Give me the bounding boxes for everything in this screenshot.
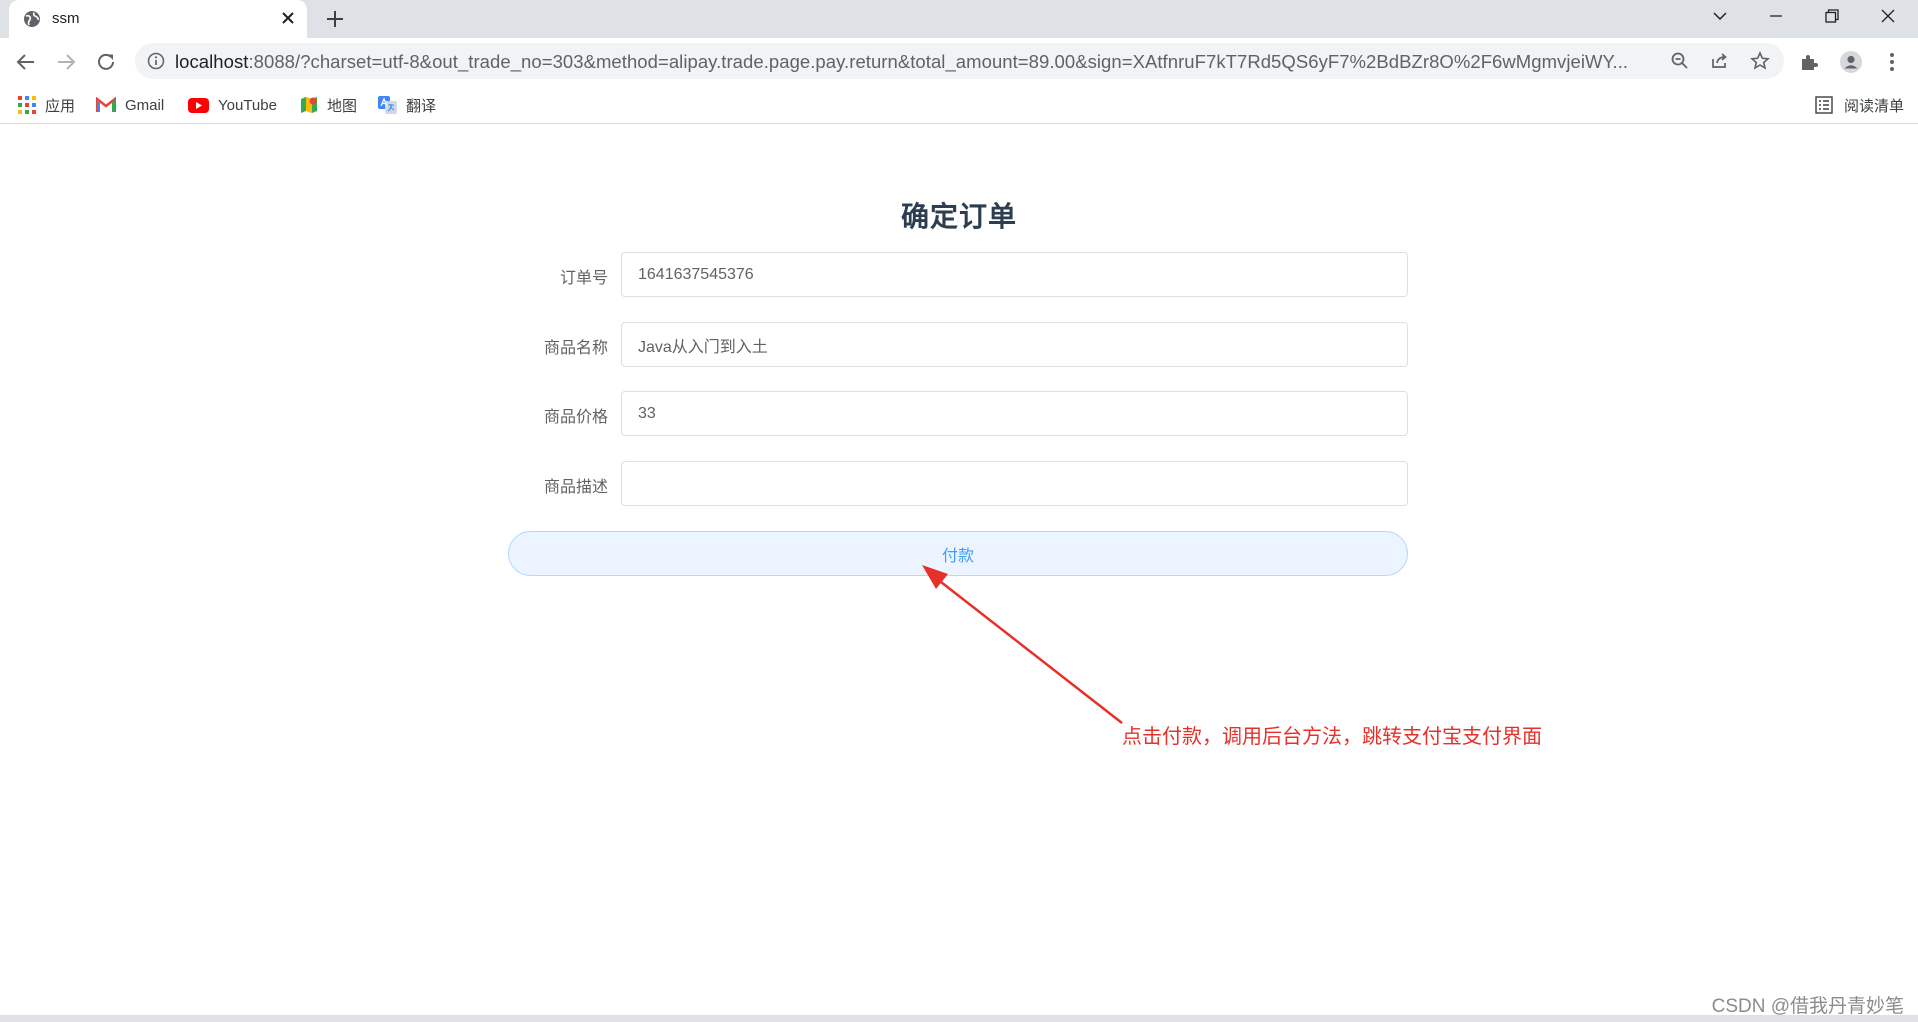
tab-search-button[interactable]	[1692, 0, 1748, 32]
order-number-input[interactable]	[621, 252, 1408, 297]
browser-toolbar: localhost:8088/?charset=utf-8&out_trade_…	[0, 38, 1918, 86]
restore-icon	[1825, 9, 1839, 23]
share-icon[interactable]	[1710, 51, 1730, 71]
url-text[interactable]: localhost:8088/?charset=utf-8&out_trade_…	[175, 51, 1675, 73]
bookmark-gmail[interactable]: Gmail	[96, 94, 164, 116]
tab-strip: ssm	[0, 0, 1918, 38]
product-description-label: 商品描述	[543, 479, 608, 496]
address-bar[interactable]: localhost:8088/?charset=utf-8&out_trade_…	[135, 43, 1784, 79]
product-price-input[interactable]	[621, 391, 1408, 436]
new-tab-plus-icon[interactable]	[324, 8, 346, 30]
maps-icon	[301, 97, 317, 113]
bookmark-youtube[interactable]: YouTube	[188, 94, 277, 116]
minimize-icon	[1770, 15, 1782, 17]
product-name-row: 商品名称	[508, 322, 1408, 367]
reading-list-icon	[1815, 96, 1833, 114]
back-arrow-icon[interactable]	[12, 48, 40, 76]
reading-list-button[interactable]: 阅读清单	[1815, 94, 1904, 116]
bookmarks-bar: 应用 Gmail YouTube 地图 翻译 阅读清单	[0, 86, 1918, 124]
bookmark-translate[interactable]: 翻译	[378, 94, 436, 116]
reload-icon[interactable]	[92, 48, 120, 76]
annotation-arrow	[922, 565, 1123, 724]
pay-button[interactable]: 付款	[508, 531, 1408, 576]
bookmark-label: 应用	[45, 97, 76, 115]
bookmark-label: 地图	[327, 97, 358, 115]
annotation-text: 点击付款，调用后台方法，跳转支付宝支付界面	[1122, 726, 1542, 748]
tab-title: ssm	[52, 10, 80, 27]
apps-grid-icon	[18, 96, 36, 114]
close-icon[interactable]	[278, 8, 298, 28]
product-price-label: 商品价格	[543, 409, 608, 426]
window-close-button[interactable]	[1860, 0, 1916, 32]
order-number-row: 订单号	[508, 252, 1408, 297]
globe-icon	[24, 11, 40, 27]
forward-arrow-icon[interactable]	[52, 48, 80, 76]
gmail-icon	[96, 97, 116, 112]
site-info-icon[interactable]	[147, 52, 165, 70]
order-number-label: 订单号	[559, 270, 608, 287]
product-name-input[interactable]	[621, 322, 1408, 367]
bookmark-label: Gmail	[125, 96, 165, 114]
product-description-input[interactable]	[621, 461, 1408, 506]
product-name-label: 商品名称	[543, 340, 608, 357]
translate-icon	[378, 96, 397, 114]
extensions-puzzle-icon[interactable]	[1798, 50, 1822, 74]
bookmark-maps[interactable]: 地图	[300, 94, 357, 116]
bookmark-label: 翻译	[406, 97, 437, 115]
zoom-icon[interactable]	[1670, 51, 1690, 71]
tab-ssm[interactable]: ssm	[9, 0, 307, 38]
restore-button[interactable]	[1804, 0, 1860, 32]
window-close-icon	[1881, 9, 1895, 23]
more-menu-icon[interactable]	[1880, 50, 1904, 74]
bookmark-star-icon[interactable]	[1750, 51, 1770, 71]
reading-list-label: 阅读清单	[1843, 97, 1904, 115]
chevron-down-icon	[1713, 12, 1727, 21]
product-price-row: 商品价格	[508, 391, 1408, 436]
product-description-row: 商品描述	[508, 461, 1408, 506]
page-title: 确定订单	[900, 201, 1017, 232]
profile-avatar-icon[interactable]	[1839, 50, 1863, 74]
bookmark-label: YouTube	[218, 96, 277, 114]
minimize-button[interactable]	[1748, 0, 1804, 32]
youtube-icon	[188, 97, 209, 113]
browser-window: ssm localhost:8088/?charset=utf-8&out_tr…	[0, 0, 1918, 1022]
watermark: CSDN @借我丹青妙笔	[1711, 996, 1904, 1017]
bottom-edge	[0, 1015, 1918, 1022]
bookmark-apps[interactable]: 应用	[18, 94, 75, 116]
